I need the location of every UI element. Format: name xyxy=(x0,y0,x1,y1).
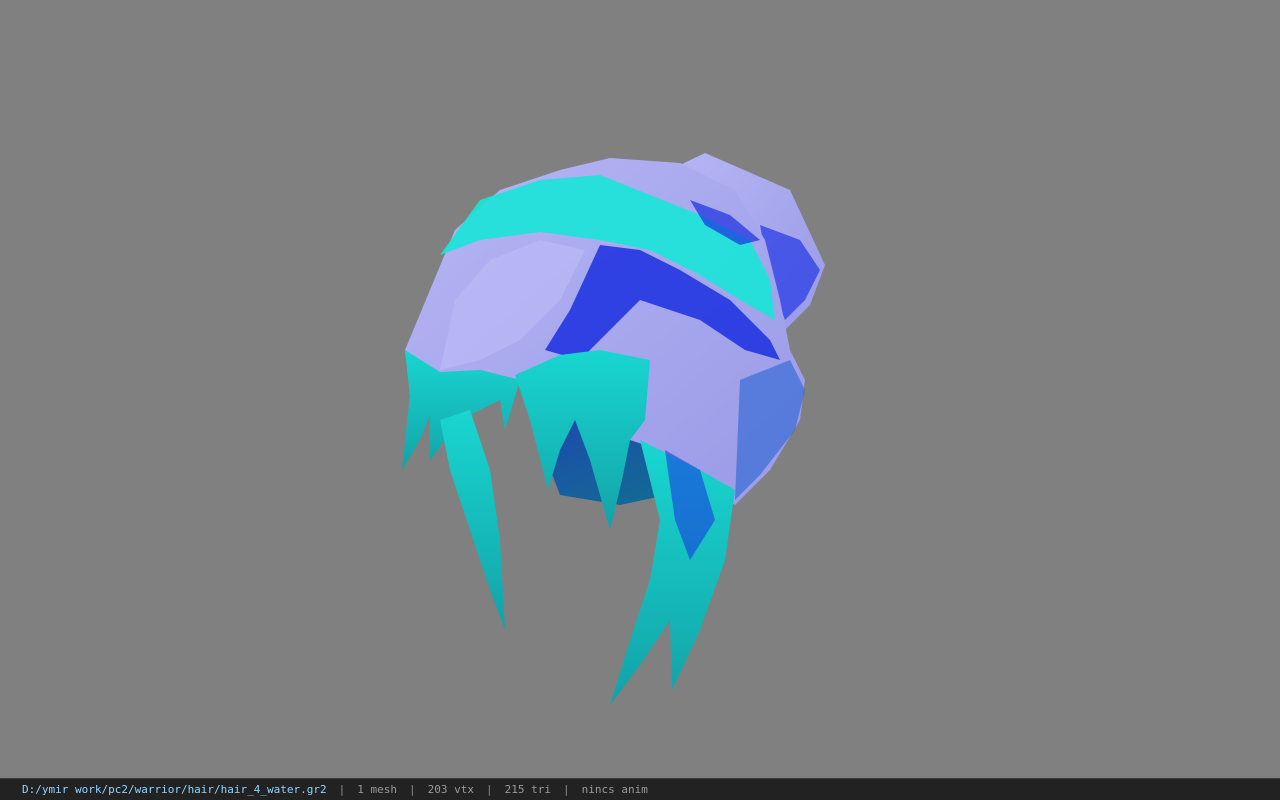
separator: | xyxy=(338,783,346,796)
hair-strand-left xyxy=(440,410,505,630)
status-bar: D:/ymir work/pc2/warrior/hair/hair_4_wat… xyxy=(0,778,1280,800)
separator: | xyxy=(562,783,570,796)
hair-right-texture xyxy=(735,360,805,500)
hair-model-render xyxy=(402,153,825,705)
animation-status: nincs anim xyxy=(581,783,648,796)
separator: | xyxy=(486,783,493,796)
separator: | xyxy=(409,783,416,796)
hair-fringe-mid xyxy=(515,350,650,530)
vertex-count: 203 vtx xyxy=(427,783,474,796)
3d-viewport[interactable] xyxy=(0,0,1280,778)
triangle-count: 215 tri xyxy=(504,783,551,796)
mesh-count: 1 mesh xyxy=(357,783,398,796)
file-path: D:/ymir work/pc2/warrior/hair/hair_4_wat… xyxy=(22,783,327,796)
